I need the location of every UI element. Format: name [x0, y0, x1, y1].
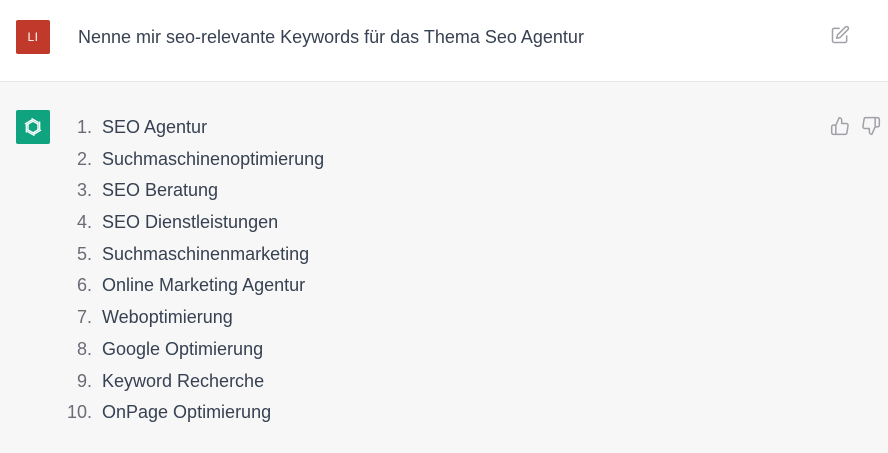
user-message-row: LI Nenne mir seo-relevante Keywords für … — [0, 0, 888, 82]
list-item-number: 9. — [76, 370, 92, 391]
keyword-list: 1. SEO Agentur 2. Suchmaschinenoptimierung… — [62, 112, 324, 429]
list-item: 8. Google Optimierung — [62, 334, 324, 366]
user-message-text: Nenne mir seo-relevante Keywords für das… — [78, 27, 584, 47]
list-item-text: Suchmaschinenoptimierung — [102, 148, 325, 169]
list-item-number: 4. — [76, 212, 92, 233]
list-item-text: Google Optimierung — [102, 338, 264, 359]
list-item-number: 10. — [66, 402, 92, 423]
assistant-avatar — [16, 110, 50, 144]
thumbs-down-icon[interactable] — [861, 116, 881, 136]
list-item: 1. SEO Agentur — [62, 112, 324, 144]
list-item-number: 6. — [76, 275, 92, 296]
list-item-text: Online Marketing Agentur — [102, 275, 306, 296]
list-item: 6. Online Marketing Agentur — [62, 270, 324, 302]
edit-icon[interactable] — [830, 25, 850, 45]
list-item: 5. Suchmaschinenmarketing — [62, 239, 324, 271]
list-item: 7. Weboptimierung — [62, 302, 324, 334]
list-item: 2. Suchmaschinenoptimierung — [62, 144, 324, 176]
assistant-message-row: 1. SEO Agentur 2. Suchmaschinenoptimierung… — [0, 82, 888, 453]
list-item-number: 5. — [76, 243, 92, 264]
list-item-number: 3. — [76, 180, 92, 201]
list-item-text: SEO Beratung — [102, 180, 219, 201]
list-item-text: Keyword Recherche — [102, 370, 265, 391]
list-item-text: SEO Agentur — [102, 117, 208, 137]
user-avatar: LI — [16, 20, 50, 54]
openai-logo-icon — [24, 117, 42, 137]
thumbs-up-icon[interactable] — [830, 116, 850, 136]
list-item-text: OnPage Optimierung — [102, 402, 272, 423]
list-item: 4. SEO Dienstleistungen — [62, 207, 324, 239]
list-item-number: 2. — [76, 148, 92, 169]
list-item: 3. SEO Beratung — [62, 175, 324, 207]
list-item-text: Suchmaschinenmarketing — [102, 243, 310, 264]
list-item-number: 8. — [76, 338, 92, 359]
list-item: 9. Keyword Recherche — [62, 366, 324, 398]
list-item-text: Weboptimierung — [102, 307, 233, 328]
user-avatar-initials: LI — [27, 30, 39, 44]
list-item: 10. OnPage Optimierung — [62, 397, 324, 429]
list-item-number: 1. — [76, 117, 92, 137]
list-item-text: SEO Dienstleistungen — [102, 212, 279, 233]
list-item-number: 7. — [76, 307, 92, 328]
